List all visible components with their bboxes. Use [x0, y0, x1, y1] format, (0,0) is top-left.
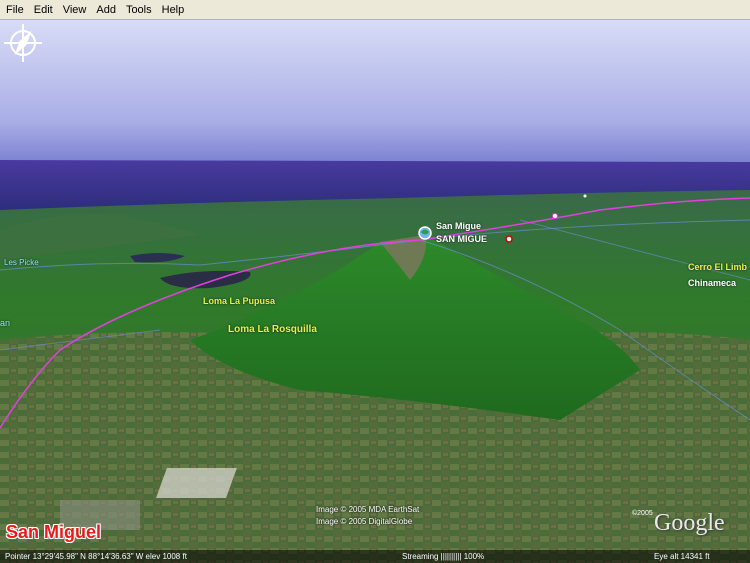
menu-add[interactable]: Add [91, 4, 121, 16]
menu-tools[interactable]: Tools [121, 4, 157, 16]
imagery-copyright: Image © 2005 MDA EarthSat Image © 2005 D… [316, 504, 419, 528]
label-san-miguel-city[interactable]: SAN MIGUE [436, 234, 487, 244]
menu-file[interactable]: File [0, 4, 29, 16]
label-left-edge[interactable]: an [0, 318, 10, 328]
label-chinameca[interactable]: Chinameca [688, 278, 736, 288]
menu-help[interactable]: Help [157, 4, 190, 16]
menu-edit[interactable]: Edit [29, 4, 58, 16]
copyright-line-2: Image © 2005 DigitalGlobe [316, 517, 413, 526]
place-title: San Miguel [6, 522, 102, 542]
eye-altitude: Eye alt 14341 ft [654, 552, 710, 561]
placemark-icon [418, 226, 432, 240]
streaming-indicator: Streaming |||||||||| 100% [402, 552, 485, 561]
google-copyright: ©2005 [632, 510, 653, 517]
menu-bar: File Edit View Add Tools Help [0, 0, 750, 20]
copyright-line-1: Image © 2005 MDA EarthSat [316, 505, 420, 514]
terrain-scene [0, 20, 750, 563]
label-cerro-el-limbo[interactable]: Cerro El Limb [688, 262, 747, 272]
3d-map-viewport[interactable]: San Migue SAN MIGUE Loma La Pupusa Loma … [0, 20, 750, 563]
status-bar: Pointer 13°29'45.98" N 88°14'36.63" W el… [0, 550, 750, 563]
menu-view[interactable]: View [58, 4, 92, 16]
label-san-miguel-point[interactable]: San Migue [436, 221, 481, 231]
label-les-picke[interactable]: Les Picke [4, 258, 39, 267]
google-logo: Google [654, 510, 725, 536]
pointer-readout: Pointer 13°29'45.98" N 88°14'36.63" W el… [5, 552, 187, 561]
label-loma-la-rosquilla[interactable]: Loma La Rosquilla [228, 324, 317, 335]
label-loma-la-pupusa[interactable]: Loma La Pupusa [203, 296, 275, 306]
compass-icon[interactable] [0, 20, 46, 66]
